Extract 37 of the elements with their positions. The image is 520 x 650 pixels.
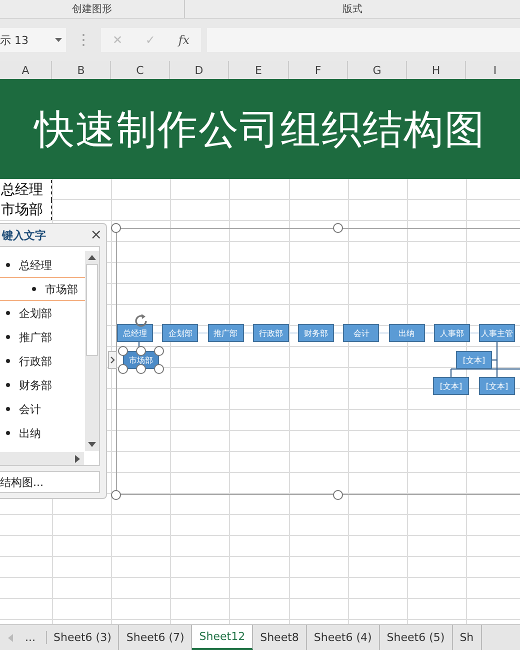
text-pane-toggle[interactable] [108, 351, 117, 369]
resize-handle[interactable] [333, 490, 343, 500]
resize-handle[interactable] [333, 223, 343, 233]
scroll-up-icon[interactable] [88, 255, 96, 260]
caret-icon [55, 38, 62, 42]
table-cell: 总经理 [0, 180, 52, 200]
text-list-item[interactable]: 推广部 [0, 325, 86, 349]
scrollbar[interactable] [0, 452, 84, 465]
grip-icon [82, 33, 85, 47]
sheet-tab[interactable]: Sheet6 (4) [306, 625, 380, 650]
more-sheets-button[interactable]: ... [25, 631, 46, 644]
sheet-tab[interactable]: Sh [452, 625, 482, 650]
learn-more-link[interactable]: 结构图... [0, 471, 100, 493]
formula-bar-button[interactable]: fx [178, 33, 190, 47]
sheet-tab[interactable]: Sheet8 [253, 625, 307, 650]
text-list-item[interactable]: 企划部 [0, 301, 86, 325]
resize-handle[interactable] [111, 490, 121, 500]
pane-title: 键入文字 [2, 228, 46, 242]
rotate-handle-icon[interactable] [133, 313, 149, 329]
scroll-down-icon[interactable] [88, 442, 96, 447]
text-list-item[interactable]: 出纳 [0, 421, 86, 445]
text-list-item[interactable]: 会计 [0, 397, 86, 421]
chevron-right-icon [110, 356, 115, 364]
banner-title: 快速制作公司组织结构图 [34, 106, 486, 154]
resize-handle[interactable] [111, 223, 121, 233]
sheet-tab[interactable]: Sheet6 (3) [46, 625, 120, 650]
sheet-tab[interactable]: Sheet12 [192, 625, 254, 650]
sheet-tab[interactable]: Sheet6 (5) [380, 625, 453, 650]
scroll-right-icon[interactable] [75, 454, 80, 462]
table-cell: 市场部 [0, 200, 52, 220]
scrollbar[interactable] [85, 251, 99, 451]
text-list-item[interactable]: 财务部 [0, 373, 86, 397]
close-button[interactable]: × [90, 227, 102, 243]
name-box[interactable]: 示 13 [0, 28, 66, 52]
text-list-item[interactable]: 行政部 [0, 349, 86, 373]
text-list-item[interactable]: 总经理 [0, 253, 86, 277]
ribbon-group-label: 版式 [342, 2, 364, 17]
